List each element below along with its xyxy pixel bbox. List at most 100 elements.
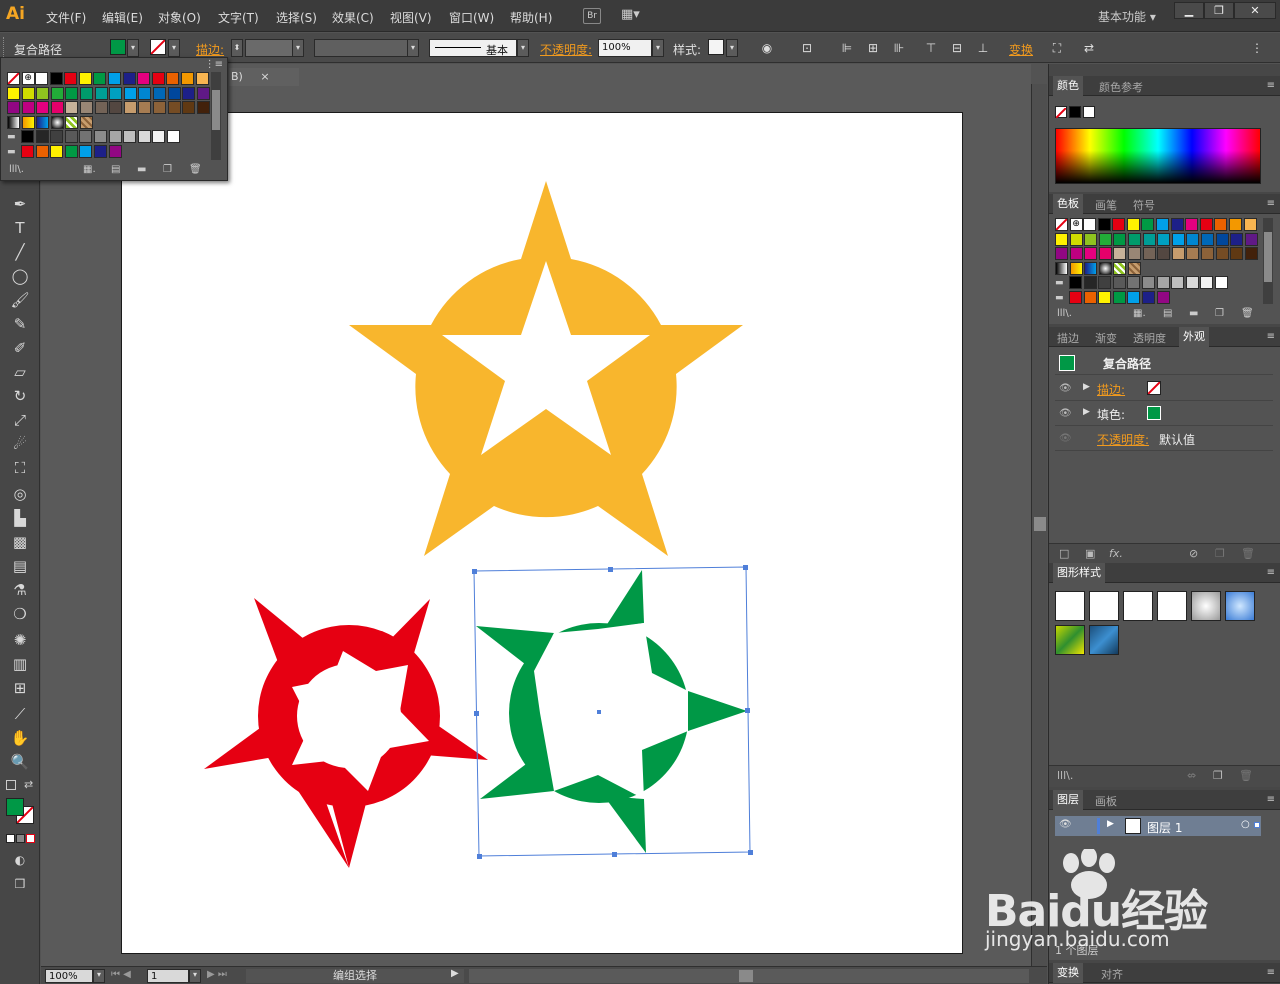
tab-transform[interactable]: 变换 bbox=[1053, 963, 1083, 983]
swatches-panel-menu-icon[interactable]: ≡ bbox=[1267, 198, 1275, 209]
tab-layers[interactable]: 图层 bbox=[1053, 790, 1083, 810]
layer-target-icon[interactable]: ○ bbox=[1241, 819, 1250, 830]
swatch-chip[interactable] bbox=[1083, 218, 1096, 231]
swatch-chip[interactable] bbox=[1142, 232, 1156, 246]
gradient-mode-icon[interactable] bbox=[16, 834, 25, 843]
gradient-pattern-swatch[interactable] bbox=[1055, 261, 1068, 275]
appearance-stroke-label[interactable]: 描边: bbox=[1097, 381, 1125, 398]
swatch-options-dock-icon[interactable]: ▤ bbox=[1163, 308, 1172, 319]
swatch-chip[interactable] bbox=[1112, 218, 1126, 231]
swatch-chip[interactable] bbox=[151, 72, 165, 85]
fill-green-swatch[interactable] bbox=[1147, 406, 1161, 420]
bridge-button[interactable]: Br bbox=[583, 8, 601, 24]
show-swatch-kinds-icon[interactable]: ▦. bbox=[1133, 308, 1146, 319]
swatch-chip[interactable] bbox=[1186, 232, 1200, 246]
artboard-dropdown[interactable]: ▾ bbox=[189, 969, 201, 983]
swatch-chip[interactable] bbox=[1055, 247, 1068, 261]
popup-menu-icon[interactable]: ⋮≡ bbox=[205, 59, 223, 70]
swatch-chip[interactable] bbox=[78, 72, 92, 85]
swatch-chip[interactable] bbox=[167, 130, 180, 144]
variable-width-arrow[interactable]: ▾ bbox=[407, 39, 419, 57]
stroke-style-arrow[interactable]: ▾ bbox=[517, 39, 529, 57]
swatch-chip[interactable] bbox=[167, 101, 181, 115]
swatch-chip[interactable] bbox=[1170, 218, 1184, 231]
swatch-chip[interactable] bbox=[64, 72, 78, 85]
blend-tool-icon[interactable]: ❍ bbox=[10, 604, 30, 624]
swatch-chip[interactable] bbox=[79, 145, 93, 158]
menu-window[interactable]: 窗口(W) bbox=[449, 9, 494, 26]
registration-swatch-icon[interactable]: ⊕ bbox=[1069, 218, 1083, 231]
gradient-pattern-swatch[interactable] bbox=[7, 115, 20, 129]
swatch-chip[interactable] bbox=[122, 72, 136, 85]
align-top-icon[interactable]: ⊤ bbox=[924, 41, 938, 55]
swatch-chip[interactable] bbox=[94, 86, 108, 100]
scale-tool-icon[interactable]: ⤢ bbox=[10, 410, 30, 430]
opacity-label[interactable]: 不透明度: bbox=[540, 41, 592, 58]
swatch-chip[interactable] bbox=[195, 72, 209, 85]
menu-effect[interactable]: 效果(C) bbox=[332, 9, 374, 26]
swatch-chip[interactable] bbox=[94, 101, 108, 115]
swatch-chip[interactable] bbox=[1069, 232, 1083, 246]
swatch-chip[interactable] bbox=[137, 130, 151, 144]
symbol-sprayer-icon[interactable]: ✺ bbox=[10, 630, 30, 650]
add-stroke-icon[interactable]: □ bbox=[1059, 547, 1069, 560]
horizontal-scrollbar[interactable] bbox=[469, 969, 1029, 983]
type-tool-icon[interactable]: T bbox=[10, 218, 30, 238]
tab-gradient[interactable]: 渐变 bbox=[1091, 330, 1121, 346]
zoom-field[interactable]: 100% bbox=[45, 969, 93, 983]
swatch-chip[interactable] bbox=[21, 130, 34, 144]
hand-tool-icon[interactable]: ✋ bbox=[10, 728, 30, 748]
swatch-chip[interactable] bbox=[1215, 276, 1228, 290]
swatch-chip[interactable] bbox=[65, 101, 79, 115]
draw-mode-icon[interactable]: ◐ bbox=[10, 850, 30, 870]
layer-expand-icon[interactable]: ▶ bbox=[1107, 819, 1114, 829]
menu-view[interactable]: 视图(V) bbox=[390, 9, 432, 26]
swatch-chip[interactable] bbox=[1156, 218, 1169, 231]
document-tab[interactable]: B) × bbox=[229, 68, 299, 86]
swatch-chip[interactable] bbox=[152, 130, 166, 144]
layer-name[interactable]: 图层 1 bbox=[1147, 819, 1182, 836]
fill-color-box[interactable] bbox=[6, 798, 24, 816]
zoom-dropdown[interactable]: ▾ bbox=[93, 969, 105, 983]
layer-selection-indicator[interactable] bbox=[1254, 822, 1260, 828]
next-artboard-icon[interactable]: ▶ ⏭ bbox=[207, 969, 227, 980]
swatch-chip[interactable] bbox=[1098, 276, 1112, 290]
swatch-chip[interactable] bbox=[50, 130, 64, 144]
swatch-chip[interactable] bbox=[109, 86, 123, 100]
swatch-chip[interactable] bbox=[1098, 247, 1112, 261]
graphic-style-leaf[interactable] bbox=[1055, 625, 1085, 655]
swatch-chip[interactable] bbox=[182, 86, 196, 100]
swatch-chip[interactable] bbox=[1185, 218, 1199, 231]
tab-swatches[interactable]: 色板 bbox=[1053, 194, 1083, 214]
swatch-chip[interactable] bbox=[138, 101, 152, 115]
eye-icon[interactable]: 👁 bbox=[1059, 383, 1072, 394]
graphic-style-blue[interactable] bbox=[1225, 591, 1255, 621]
tab-color[interactable]: 颜色 bbox=[1053, 76, 1083, 96]
graphic-styles-menu-icon[interactable]: ≡ bbox=[1267, 567, 1275, 578]
stroke-weight-input[interactable] bbox=[245, 39, 293, 57]
new-color-group-icon[interactable]: ▬ bbox=[1189, 308, 1198, 319]
gradient-pattern-swatch[interactable] bbox=[1098, 261, 1112, 275]
delete-swatch-dock-icon[interactable]: 🗑 bbox=[1241, 308, 1254, 319]
workspace-switcher[interactable]: 基本功能 ▾ bbox=[1098, 8, 1156, 25]
swatch-chip[interactable] bbox=[182, 101, 196, 115]
gradient-pattern-swatch[interactable] bbox=[65, 115, 79, 129]
warp-tool-icon[interactable]: ☄ bbox=[10, 434, 30, 454]
swatch-chip[interactable] bbox=[35, 72, 48, 85]
mesh-tool-icon[interactable]: ▩ bbox=[10, 532, 30, 552]
white-color-chip[interactable] bbox=[1083, 106, 1095, 118]
swatch-chip[interactable] bbox=[1186, 247, 1200, 261]
graphic-style-default[interactable] bbox=[1055, 591, 1085, 621]
swatch-library-menu-icon[interactable]: lll\. bbox=[1057, 308, 1072, 319]
swatch-chip[interactable] bbox=[1229, 218, 1242, 231]
artboard[interactable] bbox=[121, 112, 963, 954]
tab-brushes[interactable]: 画笔 bbox=[1091, 197, 1121, 213]
variable-width-select[interactable] bbox=[314, 39, 408, 57]
control-panel-menu-icon[interactable]: ⋮ bbox=[1250, 41, 1264, 55]
none-swatch-icon[interactable] bbox=[7, 72, 20, 85]
transform-panel-menu-icon[interactable]: ≡ bbox=[1267, 967, 1275, 978]
align-left-icon[interactable]: ⊫ bbox=[840, 41, 854, 55]
align-center-icon[interactable]: ⊞ bbox=[866, 41, 880, 55]
close-tab-icon[interactable]: × bbox=[260, 70, 269, 83]
swatch-chip[interactable] bbox=[80, 101, 93, 115]
